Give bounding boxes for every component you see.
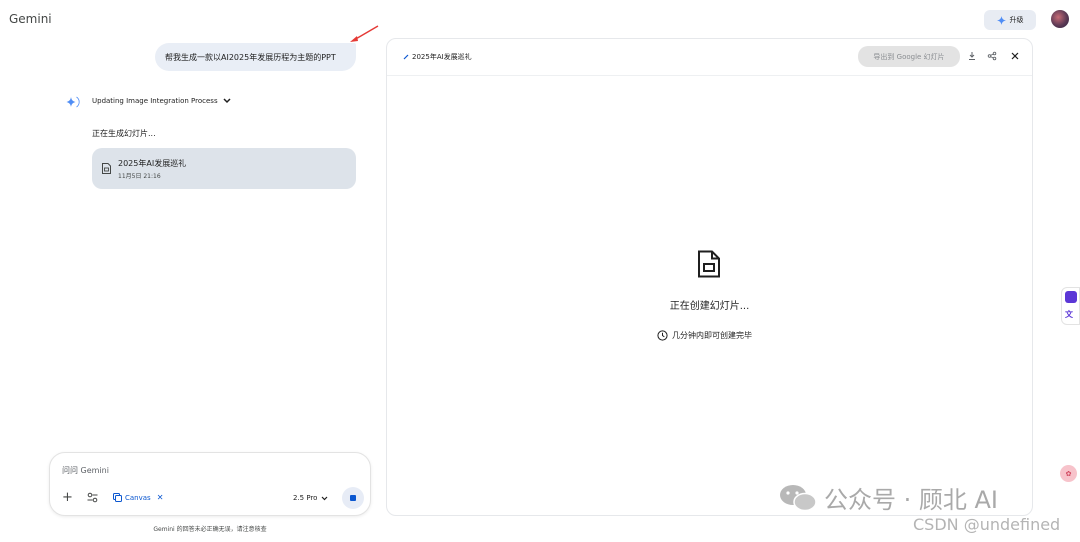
close-icon[interactable]	[1010, 51, 1020, 61]
tools-icon[interactable]	[87, 492, 98, 503]
disclaimer: Gemini 的回答未必正确无误，请注意核查	[153, 526, 267, 533]
user-message: 帮我生成一款以AI2025年发展历程为主题的PPT	[155, 43, 356, 71]
prompt-composer: 问问 Gemini + Canvas ✕ 2.5 Pro	[49, 452, 371, 516]
side-widget[interactable]: 文	[1061, 287, 1080, 325]
canvas-title-text: 2025年AI发展巡礼	[412, 53, 472, 61]
upgrade-label: 升级	[1009, 16, 1024, 24]
gemini-thinking-icon	[66, 96, 80, 108]
watermark-account: 公众号 · 顾北 AI	[778, 480, 998, 515]
upgrade-button[interactable]: 升级	[984, 10, 1036, 30]
app-title[interactable]: Gemini	[9, 12, 52, 26]
chevron-down-icon	[322, 496, 328, 500]
thinking-title: Updating Image Integration Process	[92, 97, 218, 105]
canvas-panel: 2025年AI发展巡礼 导出到 Google 幻灯片 正在创建幻灯片... 几分…	[386, 38, 1033, 516]
floating-assistant-icon[interactable]: ✿	[1060, 465, 1077, 482]
clock-icon	[657, 330, 668, 341]
add-icon[interactable]: +	[62, 491, 73, 504]
stop-icon	[350, 495, 356, 501]
wechat-icon	[780, 484, 817, 511]
slides-file-card[interactable]: 2025年AI发展巡礼 11月5日 21:16	[92, 148, 356, 189]
eta-row: 几分钟内即可创建完毕	[657, 330, 752, 341]
watermark-text: 公众号 · 顾北 AI	[824, 486, 999, 514]
gemini-spark-icon	[996, 15, 1006, 25]
generation-status: 正在生成幻灯片...	[92, 129, 156, 138]
model-label: 2.5 Pro	[293, 494, 318, 502]
header-divider	[387, 75, 1032, 76]
close-icon[interactable]: ✕	[157, 493, 164, 502]
avatar[interactable]	[1051, 10, 1069, 28]
canvas-icon	[113, 493, 122, 502]
translate-icon[interactable]: 文	[1065, 309, 1073, 320]
download-icon[interactable]	[967, 51, 977, 61]
chevron-down-icon	[223, 98, 231, 104]
stop-button[interactable]	[342, 487, 364, 509]
share-icon[interactable]	[987, 51, 997, 61]
thinking-toggle[interactable]: Updating Image Integration Process	[92, 97, 231, 105]
prompt-input[interactable]: 问问 Gemini	[62, 465, 109, 476]
eta-text: 几分钟内即可创建完毕	[672, 331, 752, 340]
slides-icon	[698, 250, 720, 278]
chat-bubble-icon[interactable]	[1065, 291, 1077, 303]
creating-status: 正在创建幻灯片...	[669, 301, 750, 312]
pen-icon	[403, 54, 409, 60]
model-selector[interactable]: 2.5 Pro	[293, 494, 328, 502]
export-google-slides-button[interactable]: 导出到 Google 幻灯片	[858, 46, 960, 67]
canvas-label: Canvas	[125, 493, 151, 502]
file-name: 2025年AI发展巡礼	[118, 159, 187, 168]
csdn-watermark: CSDN @undefined	[913, 515, 1061, 534]
canvas-chip[interactable]: Canvas ✕	[113, 493, 163, 502]
file-date: 11月5日 21:16	[118, 173, 161, 180]
canvas-title: 2025年AI发展巡礼	[403, 52, 472, 62]
document-icon	[102, 163, 111, 174]
